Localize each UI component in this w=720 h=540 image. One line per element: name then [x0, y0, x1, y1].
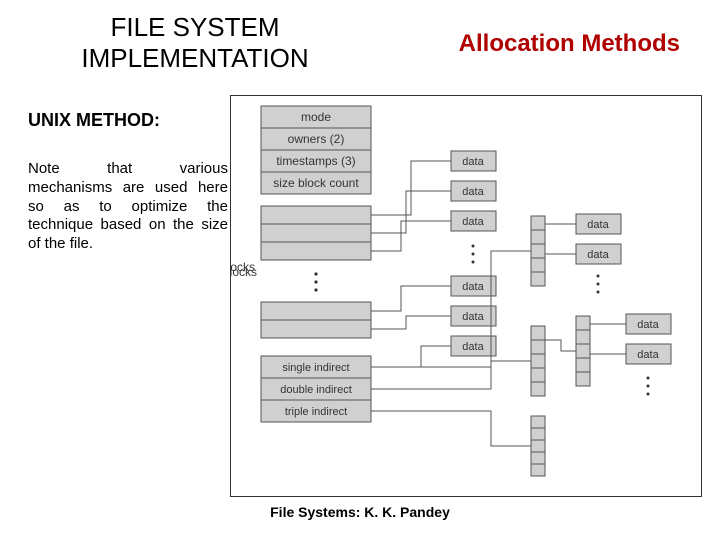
- slide-title: FILE SYSTEM IMPLEMENTATION: [50, 12, 340, 74]
- double-indirect-block: [531, 326, 545, 396]
- svg-text:data: data: [462, 216, 484, 228]
- inode-field: owners (2): [288, 132, 345, 146]
- section-heading: UNIX METHOD:: [28, 110, 160, 131]
- slide-footer: File Systems: K. K. Pandey: [0, 504, 720, 520]
- svg-text:data: data: [637, 349, 659, 361]
- svg-text:data: data: [587, 219, 609, 231]
- direct-blocks-text: direct blocks: [231, 265, 257, 279]
- single-indirect-block: [531, 216, 545, 286]
- svg-text:data: data: [637, 319, 659, 331]
- svg-text:data: data: [462, 156, 484, 168]
- triple-indirect-block: [531, 416, 545, 476]
- svg-text:data: data: [462, 311, 484, 323]
- inode-field: single indirect: [282, 362, 349, 374]
- double-indirect-block-2: [576, 316, 590, 386]
- inode-field: timestamps (3): [276, 154, 355, 168]
- slide-subtitle: Allocation Methods: [459, 30, 680, 58]
- inode-column: mode owners (2) timestamps (3) size bloc…: [231, 106, 371, 422]
- data-column-2: data data: [576, 214, 621, 294]
- inode-field: mode: [301, 110, 331, 124]
- svg-text:data: data: [462, 186, 484, 198]
- inode-field: triple indirect: [285, 406, 347, 418]
- section-body: Note that various mechanisms are used he…: [28, 160, 228, 254]
- data-column-3: data data: [626, 314, 671, 396]
- svg-text:data: data: [462, 341, 484, 353]
- edges: [371, 161, 626, 446]
- svg-text:data: data: [587, 249, 609, 261]
- unix-inode-diagram: mode owners (2) timestamps (3) size bloc…: [230, 95, 702, 497]
- inode-field: size block count: [273, 176, 359, 190]
- svg-text:data: data: [462, 281, 484, 293]
- inode-field: double indirect: [280, 384, 352, 396]
- data-column-1: data data data data data data: [451, 151, 496, 356]
